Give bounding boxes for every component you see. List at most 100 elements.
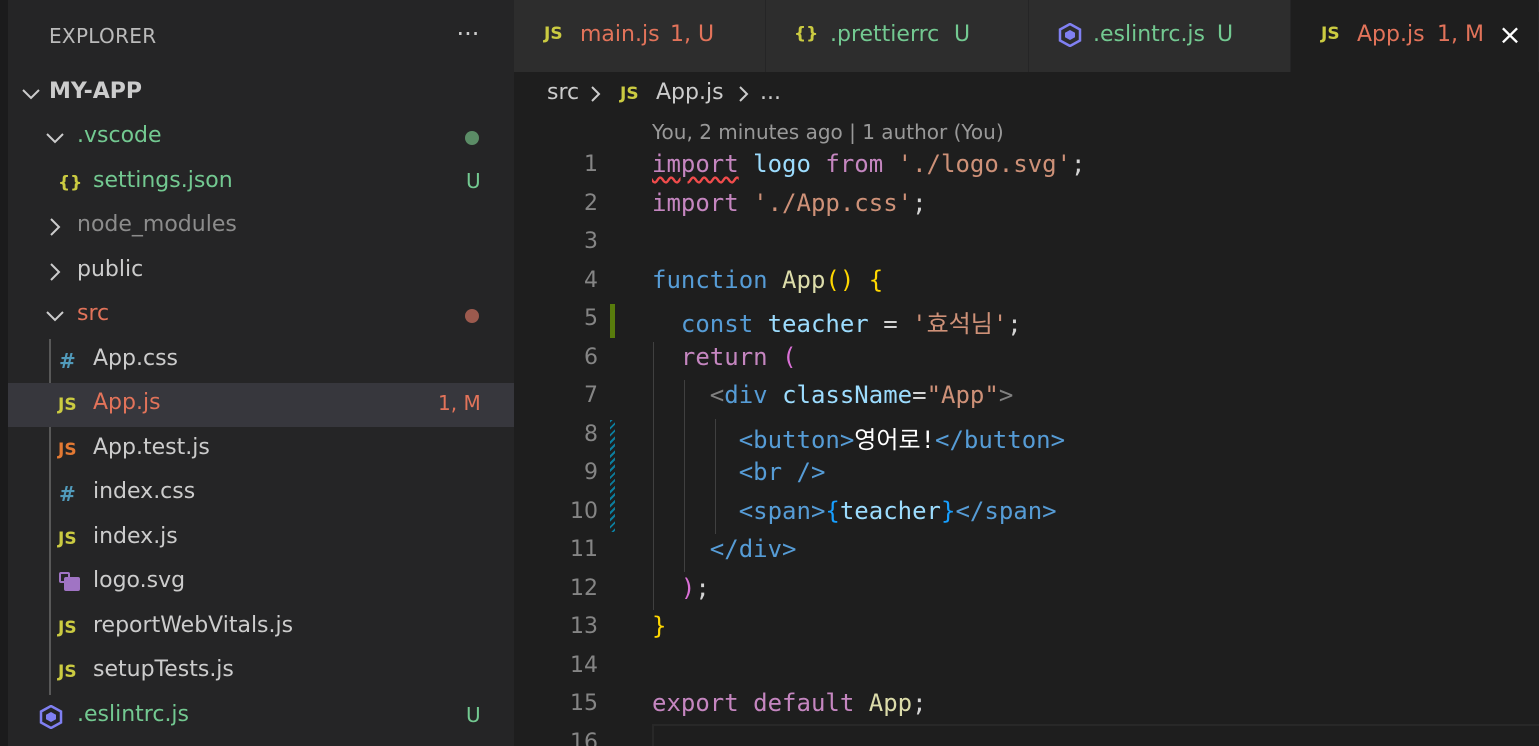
code-token: teacher [839,497,942,525]
code-token: const [680,310,754,338]
tree-file-app-js[interactable]: JS App.js 1, M [8,383,514,427]
code-line-4: function App() { [652,266,883,294]
tree-file-index-js[interactable]: JS index.js [8,517,514,561]
code-line-9: <br /> [652,458,826,486]
code-token: = [912,381,927,409]
line-number: 5 [584,306,598,331]
tab-status: 1, U [670,22,715,47]
code-line-2: import './App.css'; [652,189,927,217]
git-gutter-modified [610,304,615,338]
code-token: = [883,310,898,338]
git-blame-codelens[interactable]: You, 2 minutes ago | 1 author (You) [652,120,1004,144]
tree-file-logo-svg[interactable]: logo.svg [8,561,514,605]
tree-file-app-css[interactable]: # App.css [8,339,514,383]
code-line-15: export default App; [652,689,927,717]
code-line-11: </div> [652,535,797,563]
code-line-8: <button>영어로!</button> [652,420,1065,455]
tab-eslintrc[interactable]: .eslintrc.js U [1029,0,1291,72]
code-token: </span> [955,497,1057,525]
tree-folder-node-modules[interactable]: node_modules [8,205,514,249]
code-line-10: <span>{teacher}</span> [652,497,1057,525]
line-number: 4 [584,268,598,293]
code-token: ) [680,574,696,602]
code-token: ; [1007,310,1022,338]
tab-label: main.js [580,22,660,47]
chevron-right-icon [736,82,752,112]
close-icon[interactable]: × [1496,20,1524,50]
css-hash-icon: # [59,482,76,506]
code-token: './logo.svg' [897,150,1072,178]
chevron-down-icon [44,304,66,328]
tab-label: App.js [1357,22,1425,47]
code-token: <br /> [738,458,826,486]
line-number: 10 [570,499,598,524]
js-icon: JS [620,84,639,104]
line-number: 9 [584,460,598,485]
js-test-icon: JS [58,440,77,460]
tree-file-report-web-vitals[interactable]: JS reportWebVitals.js [8,606,514,650]
tab-status: 1, M [1437,22,1484,47]
js-icon: JS [1321,24,1340,44]
css-hash-icon: # [59,349,76,373]
line-number: 15 [570,691,598,716]
tree-label: reportWebVitals.js [93,613,294,638]
tree-folder-src[interactable]: src [8,294,514,338]
tab-app-js[interactable]: JS App.js 1, M × [1291,0,1539,72]
line-number: 11 [570,537,598,562]
chevron-right-icon [44,260,66,284]
code-token: './App.css' [753,189,913,217]
tree-file-app-test-js[interactable]: JS App.test.js [8,428,514,472]
breadcrumb-symbols[interactable]: ... [760,80,781,105]
tree-file-index-css[interactable]: # index.css [8,472,514,516]
tab-label: .prettierrc [830,22,940,47]
code-token: } [652,612,667,640]
code-token: return [680,343,768,371]
tree-file-setup-tests[interactable]: JS setupTests.js [8,650,514,694]
code-token: ; [695,574,710,602]
tree-label: .eslintrc.js [77,702,190,727]
code-token: ; [1071,150,1086,178]
tree-label: MY-APP [49,79,142,104]
tree-label: index.js [93,524,178,549]
tree-folder-public[interactable]: public [8,250,514,294]
code-token: logo [753,150,811,178]
code-token: } [941,497,956,525]
tree-file-eslintrc[interactable]: .eslintrc.js U [8,695,514,739]
git-badge: U [466,703,481,727]
tab-prettierrc[interactable]: {} .prettierrc U [766,0,1029,72]
tree-label: index.css [93,479,196,504]
code-token: > [998,381,1014,409]
code-token: </button> [935,426,1066,454]
editor-tab-bar: JS main.js 1, U {} .prettierrc U .eslint… [514,0,1539,72]
tree-folder-vscode[interactable]: .vscode [8,116,514,160]
tab-main-js[interactable]: JS main.js 1, U [514,0,766,72]
code-token: "App" [926,381,999,409]
tree-label: App.test.js [93,435,210,460]
ellipsis-icon[interactable]: ··· [448,14,488,54]
code-token: ( [782,343,797,371]
code-token: { [825,497,840,525]
code-token: from [825,150,884,178]
current-line-highlight [652,724,1539,746]
eslint-icon [38,704,64,730]
code-line-7: <div className="App"> [652,381,1013,409]
code-token: export [652,689,739,717]
project-root-folder[interactable]: MY-APP [8,72,514,116]
breadcrumb-folder[interactable]: src [547,80,579,105]
code-editor[interactable]: 1 2 3 4 5 6 7 8 9 10 11 12 13 14 15 16 i… [514,146,1539,746]
tree-label: setupTests.js [93,657,234,682]
svg-file-icon [58,571,84,595]
breadcrumb-file[interactable]: App.js [656,80,724,105]
code-token: import [652,150,739,178]
line-number: 7 [584,383,598,408]
tree-file-settings-json[interactable]: {} settings.json U [8,161,514,205]
tab-status: U [1217,22,1234,47]
explorer-header: EXPLORER ··· [8,0,514,72]
git-status-dot [465,131,479,145]
line-number: 8 [584,422,598,447]
code-line-13: } [652,612,666,640]
js-icon: JS [58,395,77,415]
code-token: App [782,266,826,294]
chevron-right-icon [588,82,604,112]
code-token: ; [912,689,927,717]
